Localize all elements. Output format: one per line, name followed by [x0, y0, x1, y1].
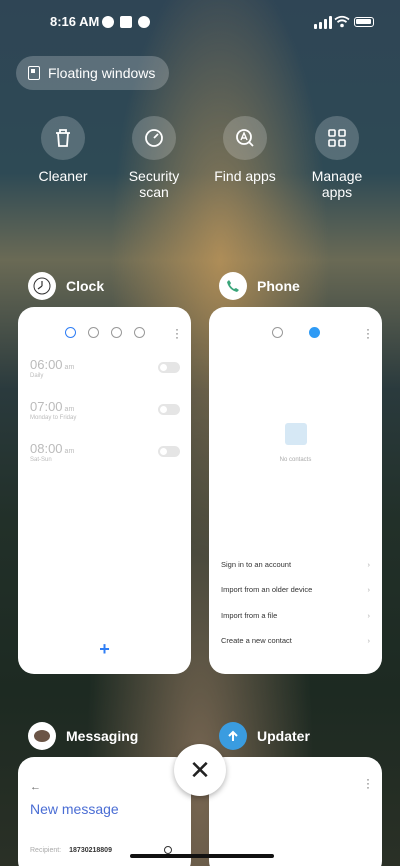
- option-label: Import from an older device: [221, 585, 313, 594]
- home-indicator[interactable]: [130, 854, 274, 858]
- tab-contacts[interactable]: [308, 327, 320, 338]
- no-contacts-text: No contacts: [279, 457, 312, 463]
- notification-icon: [120, 16, 132, 28]
- alarm-ampm: am: [64, 406, 75, 413]
- signal-icon: [314, 16, 332, 29]
- option-label: Create a new contact: [221, 636, 292, 645]
- alarm-time: 06:00: [30, 357, 63, 372]
- floating-windows-button[interactable]: Floating windows: [16, 56, 170, 90]
- clock-app-header[interactable]: Clock: [28, 272, 104, 300]
- wifi-icon: [334, 15, 350, 28]
- clock-app-name: Clock: [66, 278, 105, 294]
- floating-windows-label: Floating windows: [48, 65, 156, 81]
- sign-in-option[interactable]: Sign in to an account ›: [221, 560, 370, 569]
- grid-icon: [315, 116, 359, 160]
- clock-tabs: [18, 327, 191, 338]
- find-apps-icon: [223, 116, 267, 160]
- alarm-toggle[interactable]: [158, 362, 180, 373]
- security-icon: [132, 116, 176, 160]
- tab-timer[interactable]: [133, 327, 145, 338]
- tab-stopwatch[interactable]: [110, 327, 122, 338]
- alarm-item[interactable]: 07:00 am Monday to Friday: [30, 399, 180, 421]
- tab-alarm[interactable]: [64, 327, 76, 338]
- recipient-label: Recipient:: [30, 847, 62, 854]
- phone-app-card[interactable]: · · · No contacts Sign in to an account › …: [209, 307, 382, 674]
- alarm-ampm: am: [64, 448, 75, 455]
- alarm-toggle[interactable]: [158, 446, 180, 457]
- import-file-option[interactable]: Import from a file ›: [221, 611, 370, 620]
- messaging-app-header[interactable]: Messaging: [28, 722, 138, 750]
- chevron-right-icon: ›: [367, 636, 371, 645]
- alarm-time: 07:00: [30, 399, 63, 414]
- alarm-toggle[interactable]: [158, 404, 180, 415]
- alarm-repeat: Monday to Friday: [30, 415, 77, 421]
- clock-icon: [28, 272, 56, 300]
- option-label: Import from a file: [221, 611, 278, 620]
- battery-icon: [354, 17, 374, 27]
- status-time: 8:16 AM: [50, 14, 100, 29]
- updater-icon: [219, 722, 247, 750]
- more-icon[interactable]: · · ·: [366, 323, 370, 343]
- phone-tabs: [209, 327, 382, 338]
- phone-icon: [219, 272, 247, 300]
- contact-placeholder-icon: [284, 423, 307, 445]
- contact-picker-icon[interactable]: [164, 846, 172, 854]
- back-arrow-icon[interactable]: ←: [30, 781, 41, 793]
- find-apps-button[interactable]: Find apps: [205, 116, 285, 184]
- new-message-title: New message: [30, 801, 119, 817]
- cleaner-button[interactable]: Cleaner: [23, 116, 103, 184]
- find-apps-label: Find apps: [214, 168, 276, 184]
- alarm-item[interactable]: 06:00 am Daily: [30, 357, 180, 379]
- alarm-item[interactable]: 08:00 am Sat-Sun: [30, 441, 180, 463]
- clock-app-card[interactable]: · · · 06:00 am Daily 07:00 am Monday to Frid…: [18, 307, 191, 674]
- notification-icon: [102, 16, 114, 28]
- manage-apps-label: Manage apps: [311, 168, 363, 200]
- notification-icon: [138, 16, 150, 28]
- more-icon[interactable]: · · ·: [175, 323, 179, 343]
- option-label: Sign in to an account: [221, 560, 292, 569]
- tab-world-clock[interactable]: [87, 327, 99, 338]
- phone-app-header[interactable]: Phone: [219, 272, 300, 300]
- trash-icon: [41, 116, 85, 160]
- chevron-right-icon: ›: [367, 560, 371, 569]
- chevron-right-icon: ›: [367, 585, 371, 594]
- updater-app-name: Updater: [257, 728, 310, 744]
- recipient-field[interactable]: Recipient: 18730218809: [30, 847, 112, 854]
- close-icon: ✕: [189, 754, 211, 785]
- alarm-repeat: Sat-Sun: [30, 457, 52, 463]
- cleaner-label: Cleaner: [38, 168, 88, 184]
- close-all-button[interactable]: ✕: [174, 744, 226, 796]
- messaging-icon: [28, 722, 56, 750]
- tab-recents[interactable]: [271, 327, 283, 338]
- more-icon[interactable]: · · ·: [366, 773, 370, 793]
- import-older-device-option[interactable]: Import from an older device ›: [221, 585, 370, 594]
- add-alarm-button[interactable]: +: [99, 639, 110, 660]
- create-contact-option[interactable]: Create a new contact ›: [221, 636, 370, 645]
- alarm-ampm: am: [64, 364, 75, 371]
- alarm-repeat: Daily: [30, 373, 44, 379]
- messaging-app-name: Messaging: [66, 728, 139, 744]
- manage-apps-button[interactable]: Manage apps: [297, 116, 377, 200]
- security-scan-button[interactable]: Security scan: [114, 116, 194, 200]
- updater-app-header[interactable]: Updater: [219, 722, 310, 750]
- phone-app-name: Phone: [257, 278, 300, 294]
- updater-app-card[interactable]: · · ·: [209, 757, 382, 866]
- security-scan-label: Security scan: [128, 168, 180, 200]
- chevron-right-icon: ›: [367, 611, 371, 620]
- alarm-time: 08:00: [30, 441, 63, 456]
- messaging-app-card[interactable]: ← New message Recipient: 18730218809: [18, 757, 191, 866]
- status-bar: 8:16 AM: [0, 8, 400, 36]
- recipient-value: 18730218809: [69, 847, 112, 854]
- floating-window-icon: [28, 66, 40, 80]
